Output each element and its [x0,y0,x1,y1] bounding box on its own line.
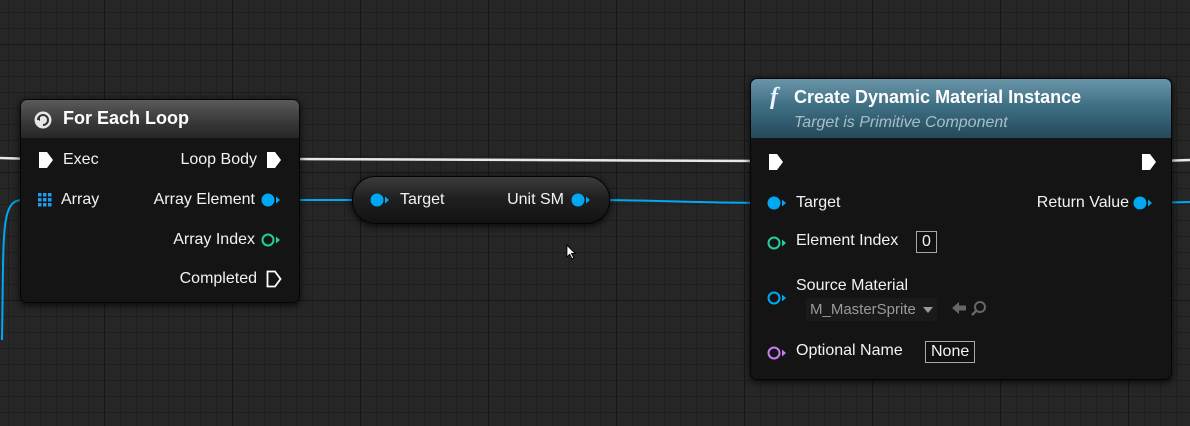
array-element-pin[interactable] [261,193,281,207]
source-material-value: M_MasterSprite [810,301,916,318]
completed-pin[interactable] [266,270,282,288]
unit-sm-pin[interactable] [571,193,591,207]
function-icon: f [770,84,778,110]
getter-output-label: Unit SM [507,191,564,208]
array-grid-icon[interactable] [38,193,52,207]
node-title: Create Dynamic Material Instance [794,87,1082,107]
getter-target-pin[interactable] [370,193,390,207]
source-material-label: Source Material [796,277,909,294]
target-label: Target [796,194,841,211]
getter-target-label: Target [400,191,445,208]
source-material-dropdown[interactable]: M_MasterSprite [806,298,938,321]
array-label: Array [61,191,100,208]
exec-in-pin[interactable] [768,153,784,171]
loop-body-label: Loop Body [180,151,257,168]
loop-body-pin[interactable] [266,151,282,169]
node-title: For Each Loop [63,108,189,128]
return-value-pin[interactable] [1133,196,1153,210]
exec-out-pin[interactable] [1141,153,1157,171]
browse-magnifier-icon[interactable] [971,300,987,316]
loop-macro-icon [34,111,52,129]
exec-label: Exec [63,151,99,168]
mouse-cursor-icon [566,244,577,260]
use-selected-arrow-icon[interactable] [951,301,967,315]
completed-label: Completed [179,270,257,287]
target-pin[interactable] [767,196,787,210]
optional-name-label: Optional Name [796,342,903,359]
chevron-down-icon [923,307,934,314]
optional-name-input[interactable]: None [925,341,976,363]
source-material-pin[interactable] [767,291,787,305]
create-dynamic-material-instance-node[interactable]: f Create Dynamic Material Instance Targe… [750,78,1172,380]
array-element-label: Array Element [153,191,255,208]
exec-wire-loop-body [284,157,767,163]
unit-sm-wire [585,199,774,204]
array-index-pin[interactable] [261,233,281,247]
return-value-label: Return Value [1036,194,1129,211]
element-index-input[interactable]: 0 [916,231,937,253]
unit-sm-getter-node[interactable]: Target Unit SM [352,176,610,224]
array-wire-in [1,199,23,341]
element-index-pin[interactable] [767,236,787,250]
element-index-label: Element Index [796,232,899,249]
array-index-label: Array Index [173,231,255,248]
for-each-loop-node[interactable]: For Each Loop Exec Loop Body Array Array… [20,99,300,303]
exec-in-pin[interactable] [38,151,54,169]
optional-name-pin[interactable] [767,346,787,360]
node-subtitle: Target is Primitive Component [794,114,1008,131]
